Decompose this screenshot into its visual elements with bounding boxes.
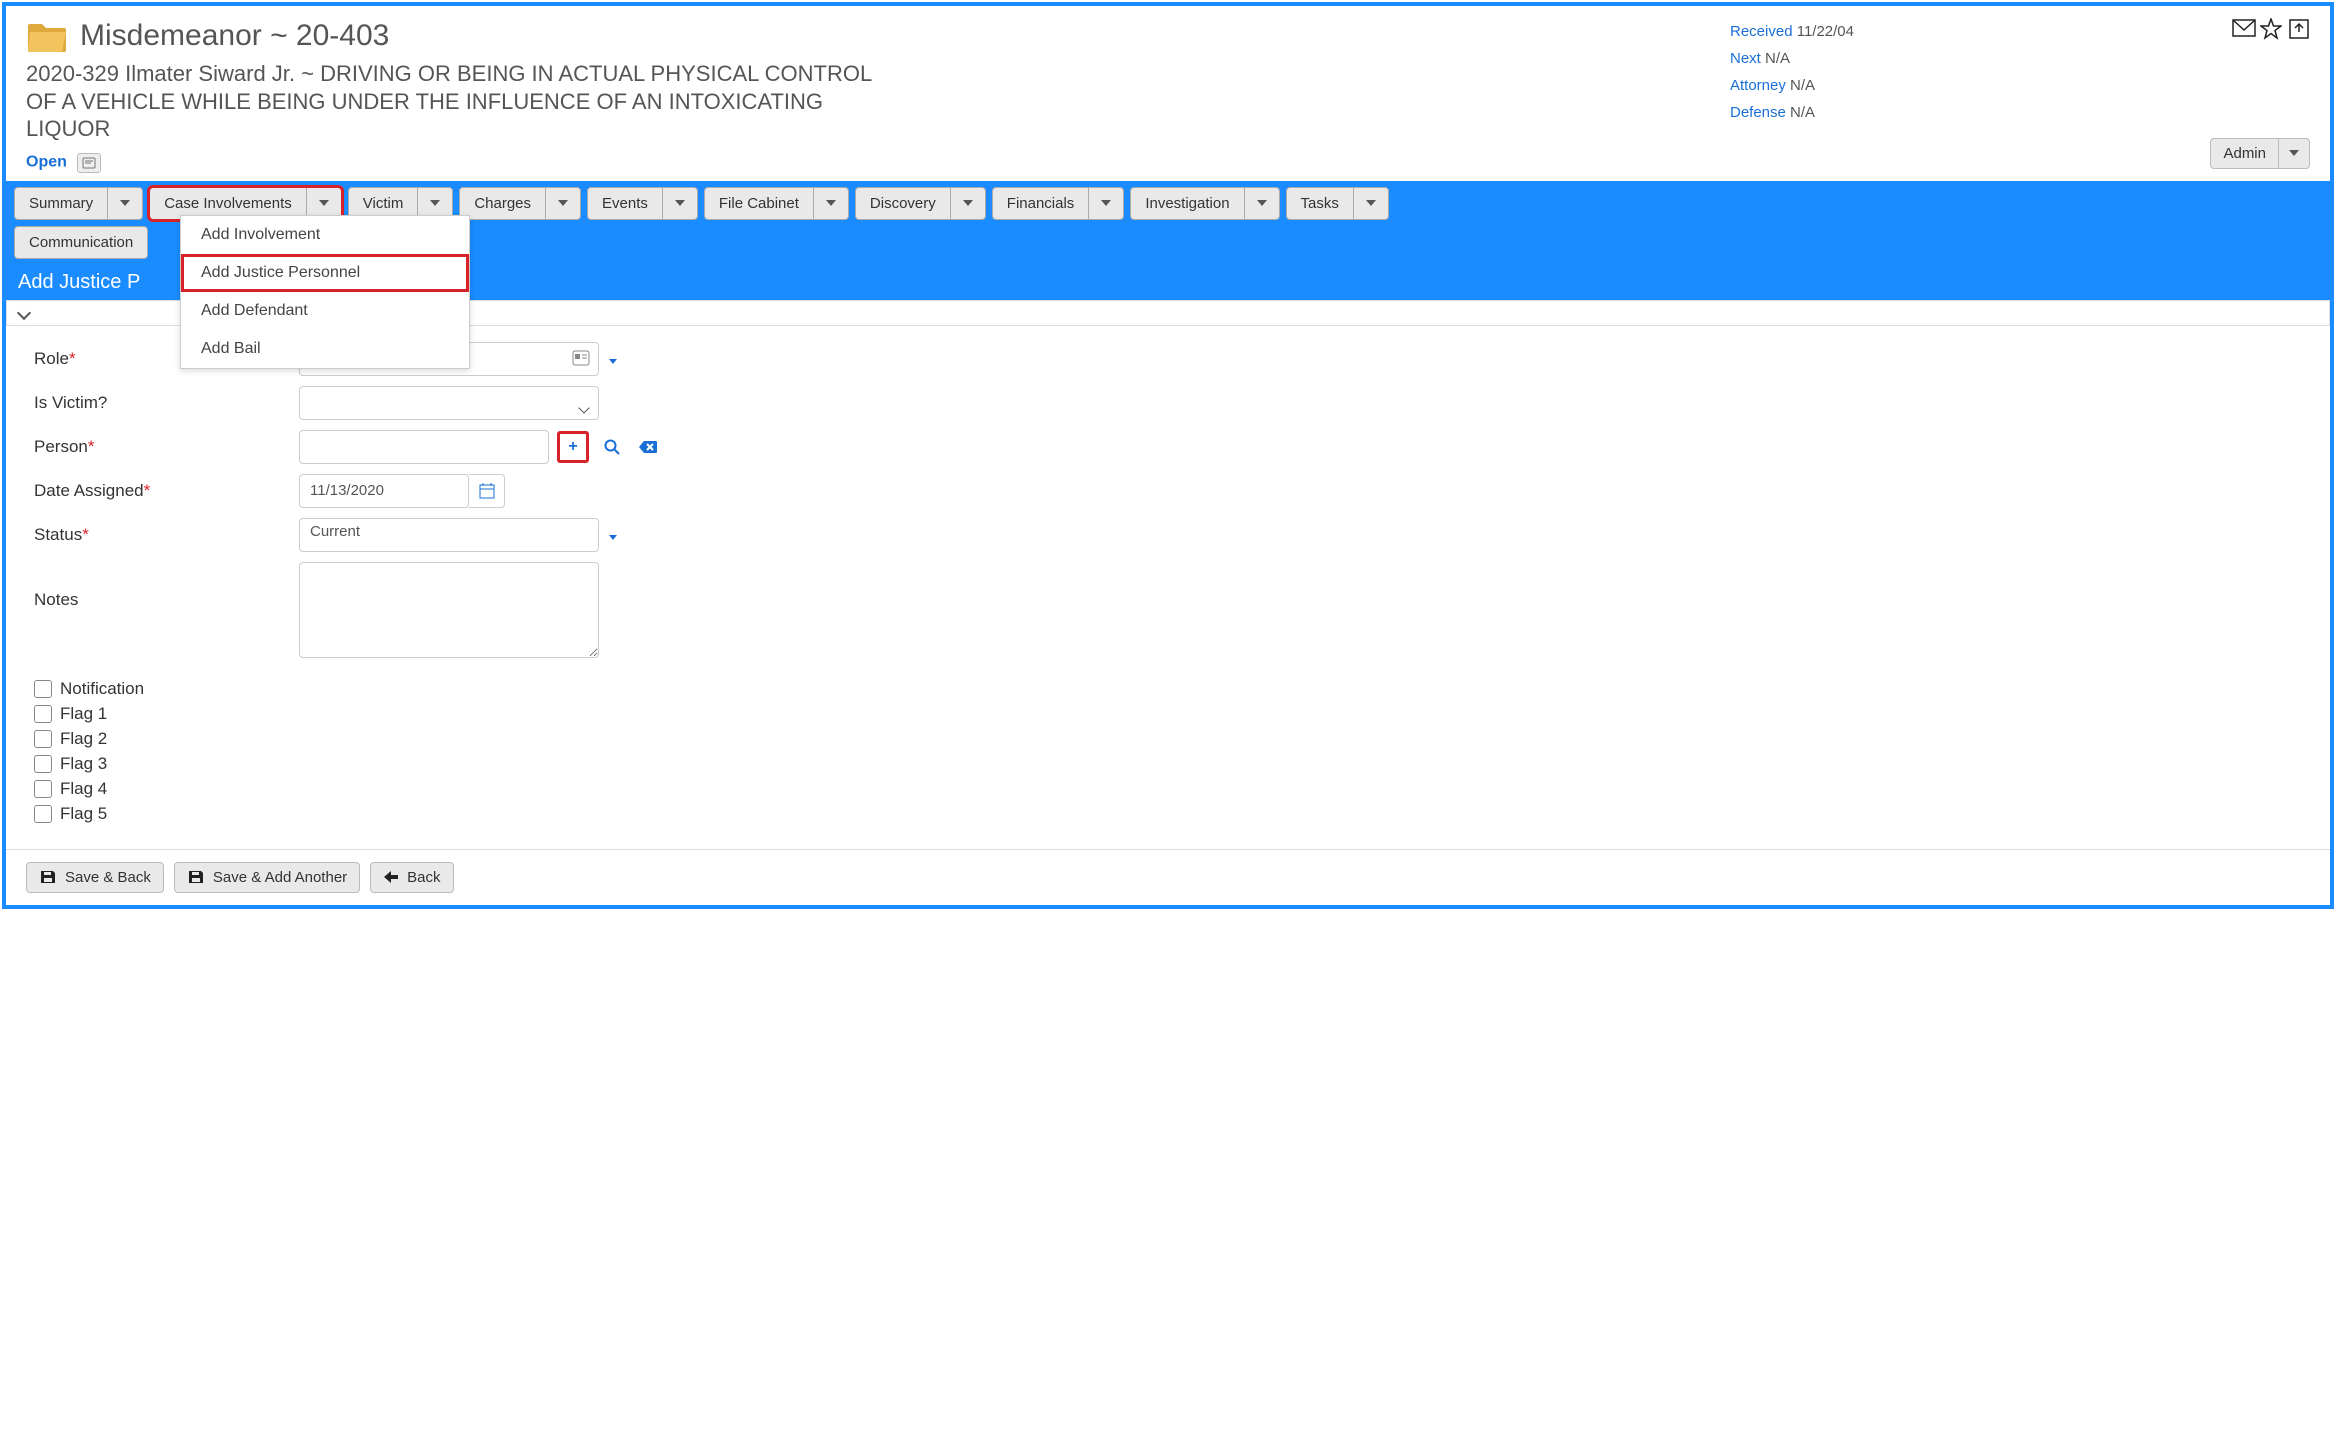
mail-icon[interactable]	[2232, 18, 2254, 40]
date-assigned-input[interactable]	[299, 474, 469, 508]
role-dropdown-caret[interactable]	[609, 351, 617, 367]
add-justice-personnel-form: Role* Is Victim? Person* +	[6, 326, 2330, 849]
flag3-checkbox[interactable]	[34, 755, 52, 773]
back-arrow-icon	[383, 870, 399, 884]
flag4-checkbox[interactable]	[34, 780, 52, 798]
person-input[interactable]	[299, 430, 549, 464]
nav-financials-dropdown[interactable]	[1088, 188, 1123, 219]
nav-charges[interactable]: Charges	[459, 187, 581, 220]
nav-summary[interactable]: Summary	[14, 187, 143, 220]
save-and-back-button[interactable]: Save & Back	[26, 862, 164, 893]
save-and-add-another-button[interactable]: Save & Add Another	[174, 862, 360, 893]
nav-tasks-dropdown[interactable]	[1353, 188, 1388, 219]
meta-defense-label: Defense	[1730, 104, 1786, 121]
form-footer: Save & Back Save & Add Another Back	[6, 849, 2330, 905]
flag5-label: Flag 5	[60, 804, 107, 824]
meta-received-value: 11/22/04	[1797, 23, 1854, 40]
notification-label: Notification	[60, 679, 144, 699]
meta-next-label: Next	[1730, 50, 1761, 67]
export-icon[interactable]	[2288, 18, 2310, 40]
admin-dropdown-toggle[interactable]	[2279, 138, 2310, 169]
chevron-down-icon	[580, 399, 588, 416]
flag1-label: Flag 1	[60, 704, 107, 724]
person-label: Person	[34, 437, 88, 456]
menu-add-justice-personnel[interactable]: Add Justice Personnel	[181, 254, 469, 292]
role-label: Role	[34, 349, 69, 368]
nav-file-cabinet-dropdown[interactable]	[813, 188, 848, 219]
card-icon	[572, 350, 590, 366]
meta-defense-value: N/A	[1790, 104, 1815, 121]
nav-discovery[interactable]: Discovery	[855, 187, 986, 220]
flag3-label: Flag 3	[60, 754, 107, 774]
nav-investigation-dropdown[interactable]	[1244, 188, 1279, 219]
chevron-down-icon	[17, 305, 31, 319]
meta-attorney-label: Attorney	[1730, 77, 1786, 94]
person-clear-button[interactable]	[635, 433, 661, 461]
nav-events-dropdown[interactable]	[662, 188, 697, 219]
note-icon[interactable]	[77, 153, 101, 173]
notes-label: Notes	[34, 562, 299, 610]
meta-received-label: Received	[1730, 23, 1793, 40]
flag2-label: Flag 2	[60, 729, 107, 749]
person-add-button[interactable]: +	[557, 431, 589, 463]
menu-add-defendant[interactable]: Add Defendant	[181, 292, 469, 330]
status-label: Status	[34, 525, 82, 544]
case-nav: Summary Case Involvements Victim Charges…	[6, 181, 2330, 265]
menu-add-involvement[interactable]: Add Involvement	[181, 216, 469, 254]
status-dropdown-caret[interactable]	[609, 527, 617, 543]
star-icon[interactable]	[2260, 18, 2282, 40]
date-picker-button[interactable]	[469, 474, 505, 508]
admin-button[interactable]: Admin	[2210, 138, 2279, 169]
notification-checkbox[interactable]	[34, 680, 52, 698]
menu-add-bail[interactable]: Add Bail	[181, 330, 469, 368]
nav-communication[interactable]: Communication	[14, 226, 148, 259]
nav-summary-dropdown[interactable]	[107, 188, 142, 219]
flag2-checkbox[interactable]	[34, 730, 52, 748]
save-icon	[187, 869, 205, 885]
nav-charges-dropdown[interactable]	[545, 188, 580, 219]
case-header: Misdemeanor ~ 20-403 2020-329 Ilmater Si…	[6, 6, 2330, 181]
case-involvements-menu: Add Involvement Add Justice Personnel Ad…	[180, 215, 470, 369]
save-icon	[39, 869, 57, 885]
nav-tasks[interactable]: Tasks	[1286, 187, 1389, 220]
nav-events[interactable]: Events	[587, 187, 698, 220]
meta-next-value: N/A	[1765, 50, 1790, 67]
case-title: Misdemeanor ~ 20-403	[80, 19, 389, 53]
status-value: Current	[310, 523, 360, 540]
case-meta: Received 11/22/04 Next N/A Attorney N/A …	[1730, 18, 2190, 126]
folder-icon	[26, 18, 68, 54]
date-assigned-label: Date Assigned	[34, 481, 144, 500]
flag5-checkbox[interactable]	[34, 805, 52, 823]
flag1-checkbox[interactable]	[34, 705, 52, 723]
status-select[interactable]: Current	[299, 518, 599, 552]
nav-file-cabinet[interactable]: File Cabinet	[704, 187, 849, 220]
nav-investigation[interactable]: Investigation	[1130, 187, 1279, 220]
person-search-button[interactable]	[599, 433, 625, 461]
meta-attorney-value: N/A	[1790, 77, 1815, 94]
flag4-label: Flag 4	[60, 779, 107, 799]
case-status-open[interactable]: Open	[26, 153, 67, 170]
nav-discovery-dropdown[interactable]	[950, 188, 985, 219]
nav-financials[interactable]: Financials	[992, 187, 1125, 220]
notes-textarea[interactable]	[299, 562, 599, 658]
is-victim-label: Is Victim?	[34, 393, 299, 413]
back-button[interactable]: Back	[370, 862, 453, 893]
is-victim-select[interactable]	[299, 386, 599, 420]
case-subtitle: 2020-329 Ilmater Siward Jr. ~ DRIVING OR…	[26, 60, 906, 143]
